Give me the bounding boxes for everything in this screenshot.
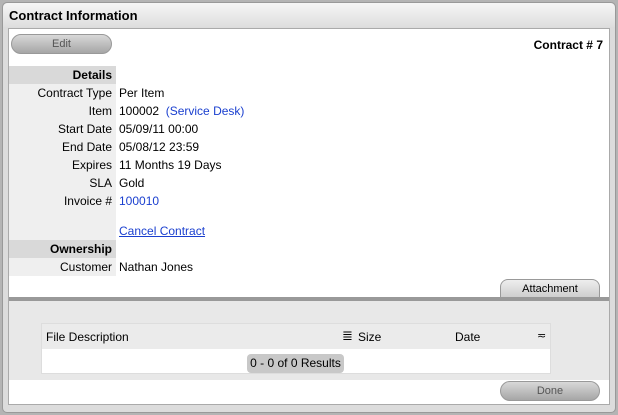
- row-invoice: Invoice #100010: [9, 192, 309, 210]
- field-label: Customer: [9, 258, 116, 276]
- field-label: Item: [9, 102, 116, 120]
- cancel-contract-link[interactable]: Cancel Contract: [119, 224, 205, 238]
- section-label: Details: [9, 66, 116, 84]
- details-header: Details: [9, 66, 309, 84]
- window-title: Contract Information: [3, 3, 615, 27]
- edit-button[interactable]: Edit: [11, 34, 112, 54]
- row-contract-type: Contract Type Per Item: [9, 84, 309, 102]
- col-date[interactable]: Date: [455, 330, 480, 344]
- row-end-date: End Date 05/08/12 23:59: [9, 138, 309, 156]
- attachment-table: File Description ≣ Size Date ≂ 0 - 0 of …: [41, 323, 551, 374]
- field-value: Per Item: [119, 86, 165, 100]
- section-label: Ownership: [9, 240, 116, 258]
- tab-attachment[interactable]: Attachment: [500, 279, 600, 298]
- row-customer: Customer Nathan Jones: [9, 258, 309, 276]
- invoice-link[interactable]: 100010: [119, 194, 159, 208]
- attachment-area: File Description ≣ Size Date ≂ 0 - 0 of …: [9, 301, 609, 380]
- field-label: Invoice #: [9, 192, 116, 210]
- row-start-date: Start Date 05/09/11 00:00: [9, 120, 309, 138]
- field-label: Expires: [9, 156, 116, 174]
- field-value: 11 Months 19 Days: [119, 158, 222, 172]
- field-label: Start Date: [9, 120, 116, 138]
- table-header: File Description ≣ Size Date ≂: [42, 324, 550, 349]
- row-sla: SLA Gold: [9, 174, 309, 192]
- row-cancel: Cancel Contract: [9, 210, 309, 240]
- col-file-description[interactable]: File Description: [46, 330, 129, 344]
- results-count: 0 - 0 of 0 Results: [247, 354, 344, 373]
- contract-panel: Edit Contract # 7 Details Contract Type P…: [8, 28, 610, 405]
- blank-label: [9, 210, 116, 240]
- field-value: Gold: [119, 176, 145, 190]
- field-value: 100002: [119, 104, 160, 118]
- field-label: SLA: [9, 174, 116, 192]
- field-label: End Date: [9, 138, 116, 156]
- row-item: Item 100002 (Service Desk): [9, 102, 309, 120]
- field-value: Nathan Jones: [119, 260, 194, 274]
- column-menu-icon[interactable]: ≣: [342, 328, 353, 344]
- filter-icon[interactable]: ≂: [537, 329, 546, 342]
- field-value: 05/08/12 23:59: [119, 140, 200, 154]
- ownership-header: Ownership: [9, 240, 309, 258]
- row-expires: Expires 11 Months 19 Days: [9, 156, 309, 174]
- done-button[interactable]: Done: [500, 381, 600, 401]
- service-desk-link[interactable]: (Service Desk): [166, 104, 245, 118]
- contract-number: Contract # 7: [533, 38, 603, 52]
- field-value: 05/09/11 00:00: [119, 122, 199, 136]
- field-label: Contract Type: [9, 84, 116, 102]
- col-size[interactable]: Size: [358, 330, 381, 344]
